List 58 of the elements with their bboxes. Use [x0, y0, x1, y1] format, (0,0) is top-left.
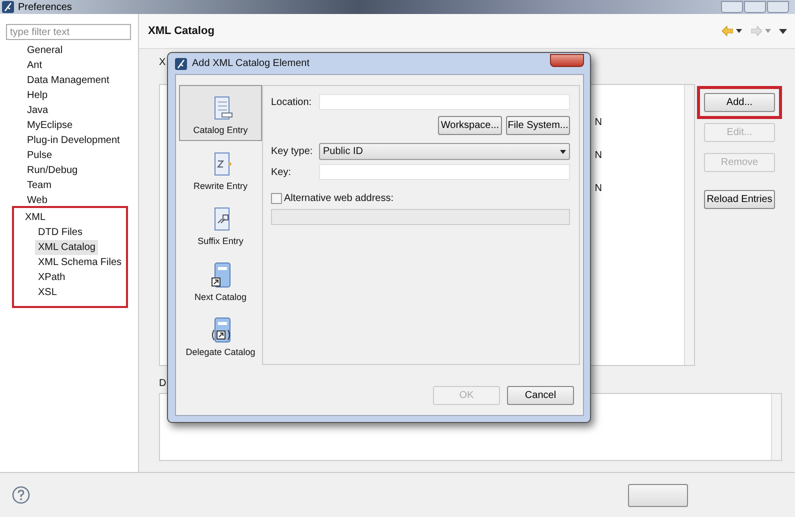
entry-type-item[interactable]: Next Catalog: [179, 252, 262, 307]
tree-item[interactable]: MyEclipse: [24, 118, 76, 133]
scrollbar[interactable]: [684, 85, 694, 365]
browse-button[interactable]: Workspace...: [438, 116, 502, 135]
tree-item[interactable]: Plug-in Development: [24, 133, 123, 148]
key-type-dropdown[interactable]: Public ID: [319, 143, 570, 160]
dropdown-icon[interactable]: [560, 150, 566, 154]
action-button[interactable]: Reload Entries: [704, 190, 775, 209]
entry-type-item[interactable]: Delegate Catalog: [179, 307, 262, 362]
view-menu-icon[interactable]: [779, 28, 787, 34]
checkbox-label: Alternative web address:: [284, 192, 394, 206]
cell-text: N: [594, 116, 602, 130]
location-field[interactable]: [319, 94, 570, 110]
action-button[interactable]: Add...: [704, 93, 775, 112]
close-button[interactable]: [550, 54, 584, 67]
field-label: Key:: [271, 166, 292, 180]
group-label: X: [159, 56, 166, 70]
minimize-button[interactable]: [721, 1, 743, 13]
tree-item[interactable]: Run/Debug: [24, 163, 81, 178]
field-label: Key type:: [271, 145, 314, 159]
tree-item[interactable]: General: [24, 43, 66, 58]
dropdown-icon[interactable]: [736, 29, 742, 33]
tree-item[interactable]: XPath: [35, 270, 68, 285]
group-label: D: [159, 377, 166, 391]
tree-item[interactable]: Java: [24, 103, 52, 118]
tree-item[interactable]: Web: [24, 193, 50, 208]
checkbox[interactable]: [271, 193, 282, 204]
window-title: Preferences: [18, 0, 72, 14]
browse-button[interactable]: File System...: [506, 116, 570, 135]
tree-item[interactable]: XML: [22, 210, 49, 225]
close-button[interactable]: [767, 1, 789, 13]
key-field[interactable]: [319, 164, 570, 180]
forward-arrow-icon[interactable]: [751, 26, 762, 36]
dialog-title: Add XML Catalog Element: [192, 57, 310, 71]
tree-item[interactable]: XML Schema Files: [35, 255, 125, 270]
maximize-button[interactable]: [744, 1, 766, 13]
tree-item[interactable]: Ant: [24, 58, 46, 73]
tree-item[interactable]: Help: [24, 88, 51, 103]
tree-item[interactable]: XML Catalog: [35, 240, 98, 255]
cell-text: N: [594, 182, 602, 196]
tree-item[interactable]: Data Management: [24, 73, 112, 88]
tree-item[interactable]: XSL: [35, 285, 60, 300]
web-address-field[interactable]: [271, 209, 570, 225]
app-icon: [175, 58, 187, 70]
cell-text: N: [594, 149, 602, 163]
help-icon[interactable]: [12, 486, 30, 504]
tree-item[interactable]: Team: [24, 178, 54, 193]
scrollbar[interactable]: [771, 394, 781, 460]
tree-item[interactable]: Pulse: [24, 148, 56, 163]
dialog-button[interactable]: Cancel: [507, 386, 574, 405]
entry-type-item[interactable]: Catalog Entry: [179, 85, 262, 140]
field-label: Location:: [271, 96, 313, 110]
page-title: XML Catalog: [148, 24, 214, 39]
entry-type-item[interactable]: Suffix Entry: [179, 196, 262, 252]
entry-type-item[interactable]: Rewrite Entry: [179, 140, 262, 196]
dialog-button[interactable]: [628, 484, 688, 506]
filter-field[interactable]: type filter text: [6, 24, 131, 40]
tree-item[interactable]: DTD Files: [35, 225, 86, 240]
